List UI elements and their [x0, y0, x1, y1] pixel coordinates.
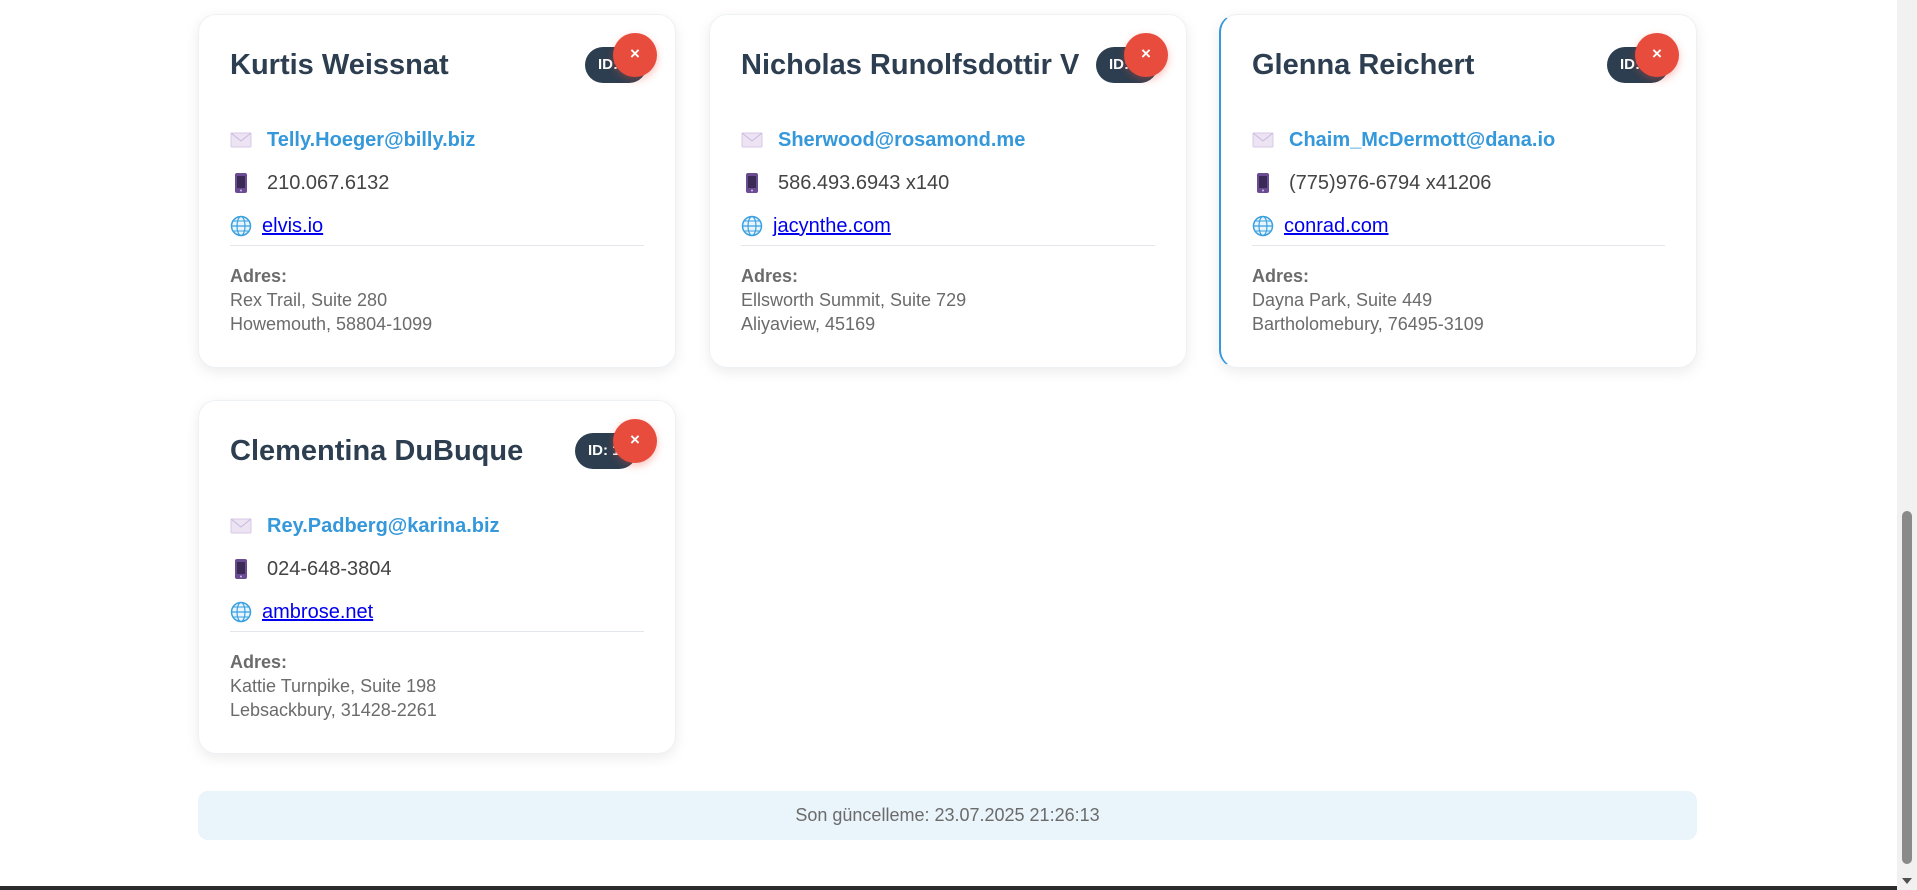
phone-number: 024-648-3804 — [267, 557, 392, 580]
address-label: Adres: — [230, 266, 288, 286]
scrollbar-thumb[interactable] — [1902, 511, 1912, 864]
contacts-page: Kurtis Weissnat ID: 7 × Telly.Hoeger@bil… — [0, 0, 1897, 886]
envelope-icon — [230, 129, 252, 151]
scroll-down-arrow-icon[interactable] — [1897, 872, 1917, 890]
window-bottom-edge — [0, 886, 1897, 890]
phone-number: (775)976-6794 x41206 — [1289, 171, 1492, 194]
address-label: Adres: — [741, 266, 799, 286]
phone-number: 586.493.6943 x140 — [778, 171, 950, 194]
address-line: Bartholomebury, 76495-3109 — [1252, 314, 1484, 334]
phone-row: (775)976-6794 x41206 — [1252, 169, 1491, 197]
address-line: Lebsackbury, 31428-2261 — [230, 700, 437, 720]
website-row: ambrose.net — [230, 598, 373, 626]
website-row: conrad.com — [1252, 212, 1389, 240]
mobile-phone-icon — [230, 558, 252, 580]
address-line: Dayna Park, Suite 449 — [1252, 290, 1433, 310]
email-row: Chaim_McDermott@dana.io — [1252, 126, 1555, 154]
address-label: Adres: — [230, 652, 288, 672]
divider — [741, 245, 1155, 246]
address-line: Ellsworth Summit, Suite 729 — [741, 290, 967, 310]
contact-card: Clementina DuBuque ID: 10 × Rey.Padberg@… — [198, 400, 676, 754]
website-link[interactable]: ambrose.net — [262, 601, 373, 624]
website-link[interactable]: jacynthe.com — [773, 215, 891, 238]
website-link[interactable]: conrad.com — [1284, 215, 1389, 238]
delete-button[interactable]: × — [613, 419, 657, 463]
divider — [230, 631, 644, 632]
address-line: Kattie Turnpike, Suite 198 — [230, 676, 437, 696]
globe-icon — [230, 215, 252, 237]
globe-icon — [741, 215, 763, 237]
mobile-phone-icon — [230, 172, 252, 194]
phone-number: 210.067.6132 — [267, 171, 390, 194]
contact-card: Glenna Reichert ID: 9 × Chaim_McDermott@… — [1219, 14, 1697, 368]
website-row: jacynthe.com — [741, 212, 891, 240]
delete-button[interactable]: × — [613, 33, 657, 77]
phone-row: 210.067.6132 — [230, 169, 389, 197]
envelope-icon — [741, 129, 763, 151]
address-label: Adres: — [1252, 266, 1310, 286]
website-row: elvis.io — [230, 212, 323, 240]
email-link[interactable]: Rey.Padberg@karina.biz — [267, 515, 500, 538]
email-link[interactable]: Sherwood@rosamond.me — [778, 129, 1025, 152]
envelope-icon — [230, 515, 252, 537]
divider — [1252, 245, 1665, 246]
email-row: Telly.Hoeger@billy.biz — [230, 126, 475, 154]
email-row: Sherwood@rosamond.me — [741, 126, 1025, 154]
globe-icon — [1252, 215, 1274, 237]
address-line: Aliyaview, 45169 — [741, 314, 876, 334]
email-link[interactable]: Telly.Hoeger@billy.biz — [267, 129, 475, 152]
delete-button[interactable]: × — [1124, 33, 1168, 77]
contact-card: Nicholas Runolfsdottir V ID: 8 × Sherwoo… — [709, 14, 1187, 368]
delete-button[interactable]: × — [1635, 33, 1679, 77]
contact-name: Nicholas Runolfsdottir V — [741, 49, 1080, 81]
contact-name: Glenna Reichert — [1252, 49, 1475, 81]
phone-row: 024-648-3804 — [230, 555, 392, 583]
address-line: Rex Trail, Suite 280 — [230, 290, 388, 310]
address-line: Howemouth, 58804-1099 — [230, 314, 433, 334]
website-link[interactable]: elvis.io — [262, 215, 323, 238]
contact-name: Clementina DuBuque — [230, 435, 524, 467]
contact-name: Kurtis Weissnat — [230, 49, 449, 81]
email-link[interactable]: Chaim_McDermott@dana.io — [1289, 129, 1555, 152]
last-updated-footer: Son güncelleme: 23.07.2025 21:26:13 — [198, 791, 1697, 840]
envelope-icon — [1252, 129, 1274, 151]
divider — [230, 245, 644, 246]
contact-card: Kurtis Weissnat ID: 7 × Telly.Hoeger@bil… — [198, 14, 676, 368]
mobile-phone-icon — [741, 172, 763, 194]
mobile-phone-icon — [1252, 172, 1274, 194]
email-row: Rey.Padberg@karina.biz — [230, 512, 500, 540]
globe-icon — [230, 601, 252, 623]
phone-row: 586.493.6943 x140 — [741, 169, 949, 197]
